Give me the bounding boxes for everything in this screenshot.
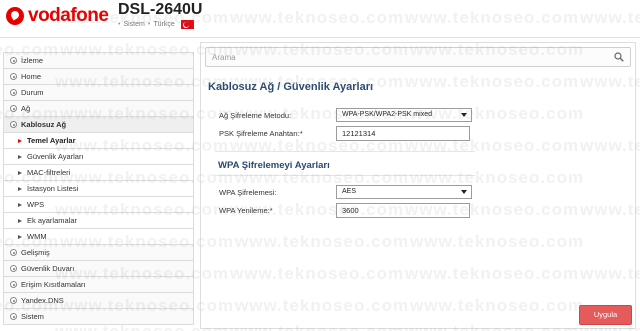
sidebar-item-label: Ek ayarlamalar [27,216,78,225]
section-divider [215,175,475,176]
wpa-section-title: WPA Şifrelemeyi Ayarları [218,160,330,171]
device-model: DSL-2640U [118,1,203,18]
sidebar-item-mac-filtreleri[interactable]: MAC-filtreleri [3,165,194,181]
sidebar-item-label: Ağ [21,104,31,113]
sidebar-item-g-venlik-ayarlar[interactable]: Güvenlik Ayarları [3,149,194,165]
sidebar-item-label: İzleme [21,56,44,65]
sidebar-item-geli-mi[interactable]: Gelişmiş [3,245,194,261]
arrow-right-icon [18,170,22,175]
sidebar-item-wps[interactable]: WPS [3,197,194,213]
breadcrumb-system[interactable]: Sistem [123,21,144,28]
arrow-right-icon [18,202,22,207]
bullet-icon [10,57,17,64]
arrow-right-icon [18,138,22,143]
wpa-cipher-label: WPA Şifrelemesi: [219,188,277,197]
arrow-right-icon [18,218,22,223]
bullet-icon [10,313,17,320]
search-bar [205,47,631,67]
sidebar-item-label: WMM [27,232,47,241]
encryption-method-select[interactable]: WPA-PSK/WPA2-PSK mixed [336,108,472,122]
search-icon[interactable] [614,52,624,62]
sidebar-item-label: Güvenlik Duvarı [21,264,75,273]
main-panel: Kablosuz Ağ / Güvenlik Ayarları Ağ Şifre… [200,42,636,329]
bullet-icon [10,73,17,80]
encryption-method-label: Ağ Şifreleme Metodu: [219,111,292,120]
bullet-icon [10,281,17,288]
wpa-renew-label: WPA Yenileme:* [219,206,273,215]
sidebar-item-g-venlik-duvar[interactable]: Güvenlik Duvarı [3,261,194,277]
sidebar-item-home[interactable]: Home [3,69,194,85]
chevron-down-icon [461,190,467,194]
bullet-icon [10,297,17,304]
breadcrumb-language[interactable]: Türkçe [153,21,174,28]
sidebar-item-eri-im-k-s-tlamalar[interactable]: Erişim Kısıtlamaları [3,277,194,293]
encryption-method-value: WPA-PSK/WPA2-PSK mixed [342,111,432,118]
wpa-cipher-select[interactable]: AES [336,185,472,199]
sidebar-item-kablosuz-a[interactable]: Kablosuz Ağ [3,117,194,133]
sidebar-item-label: Yandex.DNS [21,296,64,305]
breadcrumb-separator-icon: • [147,21,151,28]
brand-name: vodafone [28,5,109,26]
header-bar: vodafone DSL-2640U • Sistem • Türkçe [0,0,640,38]
page-title: Kablosuz Ağ / Güvenlik Ayarları [208,81,374,93]
wpa-renew-field[interactable] [336,203,470,218]
sidebar-item-label: WPS [27,200,45,209]
search-input[interactable] [206,48,606,66]
sidebar-item-label: Temel Ayarlar [27,136,76,145]
sidebar-item-wmm[interactable]: WMM [3,229,194,245]
sidebar-item-i-zleme[interactable]: İzleme [3,53,194,69]
turkish-flag-icon[interactable] [180,20,194,29]
apply-button[interactable]: Uygula [579,305,632,325]
vodafone-logo-icon [6,7,24,25]
bullet-icon [10,121,17,128]
sidebar-item-label: Sistem [21,312,44,321]
sidebar-item-i-stasyon-listesi[interactable]: İstasyon Listesi [3,181,194,197]
header-breadcrumb: • Sistem • Türkçe [118,20,194,29]
sidebar-item-label: MAC-filtreleri [27,168,71,177]
sidebar-item-durum[interactable]: Durum [3,85,194,101]
breadcrumb-separator-icon: • [118,21,121,28]
bullet-icon [10,249,17,256]
sidebar-item-temel-ayarlar[interactable]: Temel Ayarlar [3,133,194,149]
arrow-right-icon [18,186,22,191]
sidebar-item-label: Erişim Kısıtlamaları [21,280,86,289]
psk-key-label: PSK Şifreleme Anahtarı:* [219,129,303,138]
sidebar-item-sistem[interactable]: Sistem [3,309,194,325]
wpa-cipher-value: AES [342,188,357,195]
sidebar-item-yandex-dns[interactable]: Yandex.DNS [3,293,194,309]
sidebar-item-label: Güvenlik Ayarları [27,152,84,161]
sidebar-item-a[interactable]: Ağ [3,101,194,117]
sidebar-item-label: Home [21,72,42,81]
chevron-down-icon [461,113,467,117]
bullet-icon [10,105,17,112]
bullet-icon [10,265,17,272]
section-divider [215,151,475,152]
arrow-right-icon [18,154,22,159]
sidebar-item-label: Durum [21,88,44,97]
sidebar-item-label: Gelişmiş [21,248,50,257]
sidebar-item-label: İstasyon Listesi [27,184,79,193]
sidebar-item-label: Kablosuz Ağ [21,120,67,129]
sidebar-menu: İzleme Home Durum Ağ Kablosuz Ağ Temel Ayarla… [3,52,194,325]
vodafone-logo: vodafone [6,5,109,27]
psk-key-field[interactable] [336,126,470,141]
bullet-icon [10,89,17,96]
sidebar-item-ek-ayarlamalar[interactable]: Ek ayarlamalar [3,213,194,229]
arrow-right-icon [18,234,22,239]
